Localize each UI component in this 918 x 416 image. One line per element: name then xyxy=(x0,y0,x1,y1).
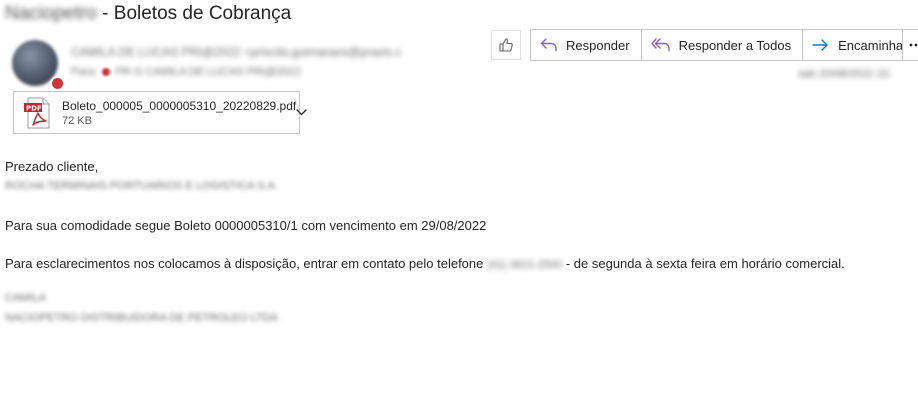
reply-icon xyxy=(540,38,557,52)
forward-icon xyxy=(812,39,828,51)
more-actions-button[interactable] xyxy=(902,29,918,61)
contact-text-start: Para esclarecimentos nos colocamos à dis… xyxy=(5,256,484,271)
contact-text-end: - de segunda à sexta feira em horário co… xyxy=(562,256,845,271)
pdf-file-icon: PDF xyxy=(24,97,52,129)
phone-number[interactable]: (41) 3621-2500 xyxy=(487,259,562,271)
thumbs-up-icon xyxy=(499,38,513,52)
reply-label: Responder xyxy=(566,37,630,53)
recipients-line: Para: PR G CAMILA DE LUCAS PRI@2022 xyxy=(71,66,301,78)
presence-dot-icon xyxy=(102,68,111,77)
chevron-down-icon xyxy=(296,109,307,116)
email-subject: Naciopetro - Boletos de Cobrança xyxy=(5,3,291,25)
attachment-card[interactable]: PDF Boleto_000005_0000005310_20220829.pd… xyxy=(13,91,307,134)
boleto-info-text: Para sua comodidade segue Boleto 0000005… xyxy=(5,218,487,233)
subject-sender: Naciopetro xyxy=(5,3,97,24)
presence-status-icon xyxy=(50,76,65,91)
like-button[interactable] xyxy=(491,30,521,60)
sent-date: sab 20/08/2022 22: xyxy=(797,68,892,80)
attachment-size: 72 KB xyxy=(62,114,92,127)
reply-all-icon xyxy=(650,38,670,52)
greeting-text: Prezado cliente, xyxy=(5,159,99,174)
signature-name: CAMILA xyxy=(5,292,46,304)
forward-label: Encaminhar xyxy=(838,37,908,53)
message-actions: Responder Responder a Todos Encaminhar xyxy=(530,29,918,61)
contact-info-text: Para esclarecimentos nos colocamos à dis… xyxy=(5,256,845,271)
to-label: Para: xyxy=(71,66,98,78)
attachment-menu-button[interactable] xyxy=(296,109,307,116)
reply-all-button[interactable]: Responder a Todos xyxy=(642,30,804,60)
attachment-info: Boleto_000005_0000005310_20220829.pdf 72… xyxy=(62,99,296,127)
attachment-filename: Boleto_000005_0000005310_20220829.pdf xyxy=(62,98,297,113)
to-recipients[interactable]: PR G CAMILA DE LUCAS PRI@2022 xyxy=(115,66,300,78)
signature-company: NACIOPETRO DISTRIBUIDORA DE PETROLEO LTD… xyxy=(5,312,279,324)
company-name: ROCHA TERMINAIS PORTUARIOS E LOGISTICA S… xyxy=(5,180,278,192)
more-icon xyxy=(909,43,918,47)
subject-title: - Boletos de Cobrança xyxy=(96,3,292,24)
reply-all-label: Responder a Todos xyxy=(678,37,792,53)
reply-button[interactable]: Responder xyxy=(531,30,642,60)
forward-button[interactable]: Encaminhar xyxy=(803,30,918,60)
svg-text:PDF: PDF xyxy=(26,104,42,112)
sender-address[interactable]: CAMILA DE LUCAS PRI@2022 <priscila.guima… xyxy=(71,45,401,59)
